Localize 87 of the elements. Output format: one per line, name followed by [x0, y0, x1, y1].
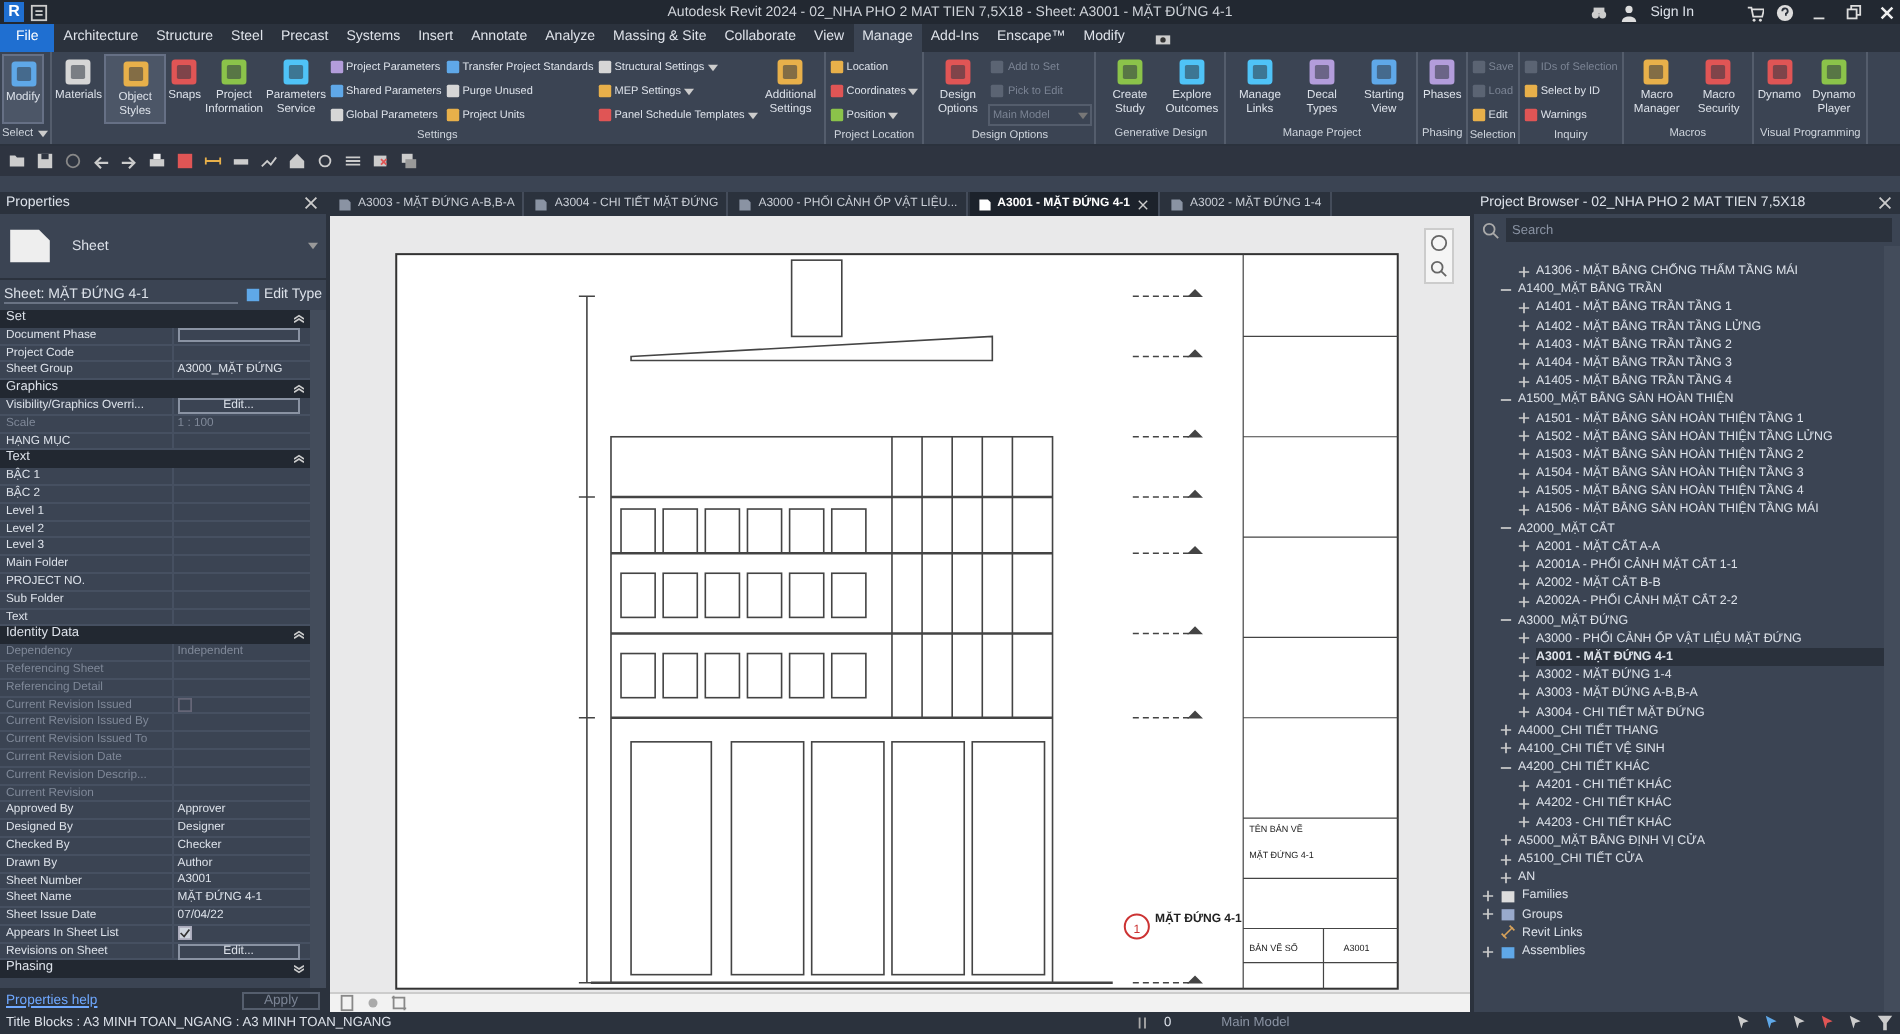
switch-windows-icon[interactable] [400, 152, 418, 170]
sun-icon[interactable] [364, 994, 382, 1013]
help-icon[interactable] [1776, 3, 1795, 21]
expand-icon[interactable] [1518, 779, 1530, 792]
print-icon[interactable] [148, 152, 166, 170]
family-icon [1500, 887, 1516, 904]
collapse-icon[interactable] [1500, 522, 1512, 535]
expand-icon[interactable] [1518, 430, 1530, 443]
save-icon[interactable] [36, 152, 54, 170]
expand-icon[interactable] [1518, 485, 1530, 498]
caret-icon [707, 63, 718, 71]
expand-icon[interactable] [1500, 742, 1512, 755]
navigation-bar[interactable] [1424, 228, 1454, 284]
checkbox[interactable] [177, 926, 192, 941]
collapse-icon[interactable] [294, 454, 304, 465]
caret-icon [888, 111, 899, 119]
expand-icon[interactable] [1518, 467, 1530, 480]
expand-icon[interactable] [1500, 724, 1512, 737]
expand-icon[interactable] [1482, 945, 1494, 958]
expand-icon[interactable] [1518, 798, 1530, 811]
expand-icon[interactable] [1500, 834, 1512, 847]
collapse-icon[interactable] [1500, 614, 1512, 627]
search-icon [1482, 221, 1500, 239]
expand-icon[interactable] [1482, 889, 1494, 902]
expand-icon[interactable] [1482, 908, 1494, 921]
link-icon [1500, 924, 1516, 941]
collapse-icon[interactable] [1500, 393, 1512, 406]
caret-icon[interactable] [308, 242, 318, 250]
expand-icon[interactable] [1518, 301, 1530, 314]
expand-icon[interactable] [1518, 816, 1530, 829]
caret-icon[interactable] [37, 130, 48, 138]
expand-icon[interactable] [1518, 338, 1530, 351]
collapse-icon[interactable] [294, 313, 304, 324]
expand-icon[interactable] [1518, 651, 1530, 664]
expand-icon[interactable] [1518, 632, 1530, 645]
zoom-icon[interactable] [1430, 260, 1448, 278]
expand-icon[interactable] [1518, 559, 1530, 572]
folder-icon[interactable] [8, 152, 26, 170]
expand-icon[interactable] [1518, 540, 1530, 553]
expand-icon[interactable] [1518, 687, 1530, 700]
collapse-icon[interactable] [1500, 283, 1512, 296]
expand-icon[interactable] [1518, 320, 1530, 333]
app-logo[interactable]: R [4, 2, 24, 22]
thin-lines-icon[interactable] [344, 152, 362, 170]
expand-icon[interactable] [1518, 669, 1530, 682]
close-icon[interactable] [1876, 194, 1894, 212]
type-properties-icon [245, 288, 260, 302]
expand-icon[interactable] [1518, 504, 1530, 517]
expand-icon[interactable] [1518, 706, 1530, 719]
user-icon[interactable] [1620, 3, 1639, 21]
document-icon[interactable] [30, 3, 48, 21]
expand-icon[interactable] [1518, 448, 1530, 461]
expand-icon[interactable] [1518, 595, 1530, 608]
close-icon[interactable] [302, 194, 320, 212]
camera-icon[interactable] [1153, 29, 1172, 47]
cart-icon[interactable] [1746, 3, 1765, 21]
caret-icon [747, 111, 758, 119]
collapse-icon[interactable] [294, 630, 304, 641]
assembly-icon [1500, 943, 1516, 960]
view-number-bubble [1123, 913, 1150, 940]
expand-icon[interactable] [1518, 265, 1530, 278]
expand-icon[interactable] [1500, 871, 1512, 884]
caret-icon [683, 87, 694, 95]
group-icon [1500, 906, 1516, 923]
measure-icon[interactable] [204, 152, 222, 170]
caret-icon [908, 87, 919, 95]
redo-icon[interactable] [120, 152, 138, 170]
expand-icon[interactable] [1518, 412, 1530, 425]
expand-icon[interactable] [1518, 357, 1530, 370]
expand-icon[interactable] [1518, 375, 1530, 388]
house-icon[interactable] [288, 152, 306, 170]
expand-icon[interactable] [1500, 853, 1512, 866]
close-icon[interactable] [1136, 197, 1150, 211]
collapse-icon[interactable] [1500, 761, 1512, 774]
crop-icon[interactable] [390, 994, 408, 1013]
expand-icon[interactable] [1518, 577, 1530, 590]
caret-icon [1078, 111, 1089, 119]
expand-icon[interactable] [294, 964, 304, 975]
binoculars-icon[interactable] [1590, 3, 1609, 21]
steering-wheel-icon[interactable] [1430, 234, 1448, 252]
tool-icon [119, 58, 152, 90]
restore-icon[interactable] [1844, 3, 1863, 21]
undo-icon[interactable] [92, 152, 110, 170]
tool-icon [7, 58, 40, 90]
collapse-icon[interactable] [294, 384, 304, 395]
input-field[interactable] [177, 328, 300, 343]
close-windows-icon[interactable] [372, 152, 390, 170]
